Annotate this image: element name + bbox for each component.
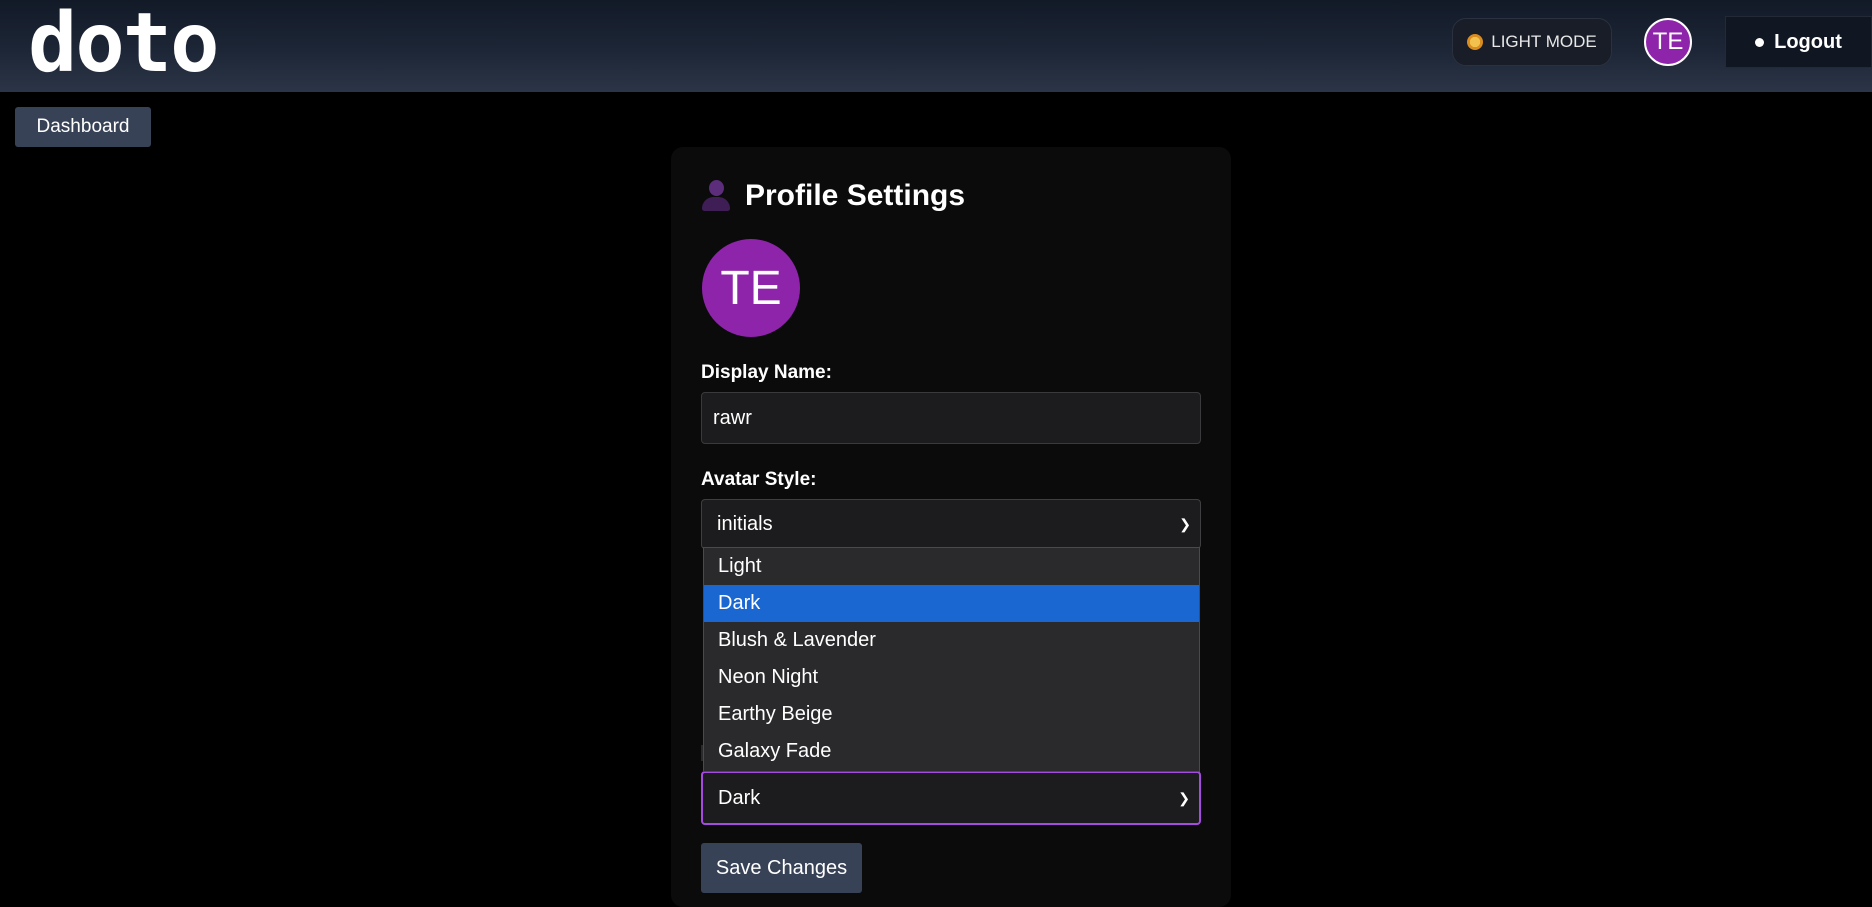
theme-select[interactable]: Dark ❯ — [701, 771, 1201, 825]
dashboard-button[interactable]: Dashboard — [15, 107, 151, 147]
theme-option-blush-lavender[interactable]: Blush & Lavender — [704, 622, 1199, 659]
theme-option-dark[interactable]: Dark — [704, 585, 1199, 622]
theme-option-galaxy-fade[interactable]: Galaxy Fade — [704, 733, 1199, 770]
user-avatar[interactable]: TE — [1644, 18, 1692, 66]
logout-button[interactable]: Logout — [1725, 16, 1872, 68]
profile-avatar: TE — [702, 239, 800, 337]
chevron-down-icon: ❯ — [1178, 789, 1190, 806]
theme-dropdown-list: Light Dark Blush & Lavender Neon Night E… — [703, 547, 1200, 772]
theme-option-light[interactable]: Light — [704, 548, 1199, 585]
dot-icon — [1755, 37, 1765, 47]
avatar-style-label: Avatar Style: — [701, 469, 817, 490]
page-title-text: Profile Settings — [745, 179, 966, 212]
light-mode-label: LIGHT MODE — [1491, 32, 1597, 51]
avatar-style-select[interactable]: initials ❯ — [701, 499, 1201, 549]
logout-label: Logout — [1774, 30, 1842, 53]
display-name-input[interactable]: rawr — [701, 392, 1201, 444]
display-name-label: Display Name: — [701, 362, 832, 383]
sun-icon — [1467, 34, 1484, 50]
page-title: Profile Settings — [701, 179, 965, 213]
theme-value: Dark — [718, 786, 761, 809]
light-mode-toggle-button[interactable]: LIGHT MODE — [1452, 18, 1612, 66]
user-icon — [701, 180, 731, 212]
profile-settings-card: Profile Settings TE Display Name: rawr A… — [671, 147, 1231, 907]
chevron-down-icon: ❯ — [1179, 515, 1191, 532]
top-navbar: doto LIGHT MODE TE Logout — [0, 0, 1872, 92]
save-changes-button[interactable]: Save Changes — [701, 843, 862, 893]
avatar-style-value: initials — [717, 512, 773, 535]
theme-option-neon-night[interactable]: Neon Night — [704, 659, 1199, 696]
theme-option-earthy-beige[interactable]: Earthy Beige — [704, 696, 1199, 733]
app-logo[interactable]: doto — [28, 0, 219, 94]
